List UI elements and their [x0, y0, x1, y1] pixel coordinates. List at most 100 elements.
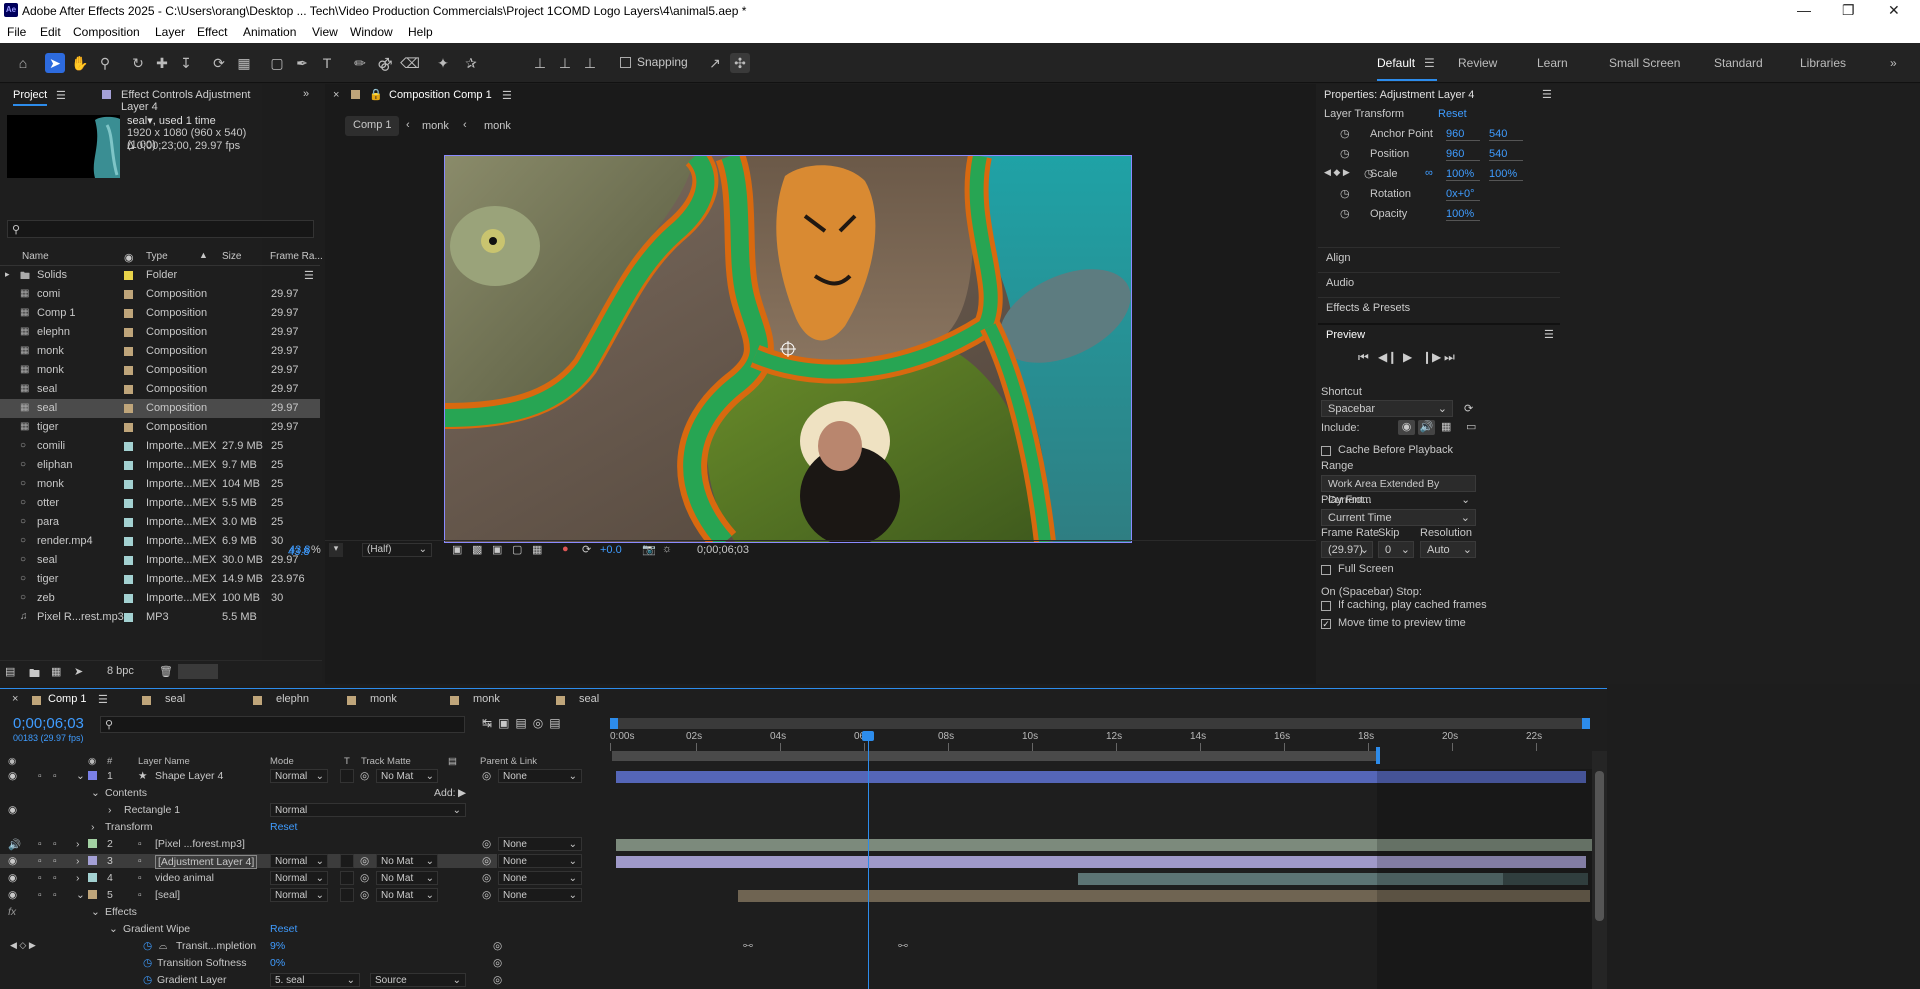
stopwatch-icon[interactable]: ◷	[1340, 187, 1350, 200]
next-frame-icon[interactable]: ❙▶	[1422, 350, 1441, 364]
pen-tool-icon[interactable]: ✒	[292, 53, 312, 73]
label-swatch[interactable]	[124, 537, 133, 546]
project-color-swatch[interactable]	[178, 664, 218, 679]
timeline-property-row[interactable]: › Rectangle 1 ◉ Normal ⌄	[0, 803, 497, 817]
label-swatch[interactable]	[124, 271, 133, 280]
restore-icon[interactable]: ❐	[1842, 2, 1855, 19]
solo-icon[interactable]: ▫	[38, 770, 42, 782]
preserve-transparency-toggle[interactable]	[340, 871, 354, 885]
snapping-checkbox[interactable]	[620, 57, 631, 68]
expand-icon[interactable]: ›	[76, 838, 80, 850]
timeline-property-row[interactable]: ◷ Gradient Layer 5. seal ⌄ Source ⌄ ◎	[0, 973, 502, 987]
add-content-icon[interactable]: ▶	[458, 787, 466, 799]
solo-icon[interactable]: ▫	[38, 889, 42, 901]
lock-icon[interactable]: ▫	[53, 889, 57, 901]
frame-blend-icon[interactable]: ▤	[515, 716, 532, 730]
work-area-end-handle[interactable]	[1582, 718, 1590, 729]
matte-pickwhip-icon[interactable]: ◎	[360, 770, 369, 782]
project-item[interactable]: ▦ tiger Composition 29.97	[0, 418, 320, 437]
menu-view[interactable]: View	[312, 25, 338, 39]
layer-color-swatch[interactable]	[88, 890, 97, 899]
parent-dropdown[interactable]: None ⌄	[498, 837, 582, 851]
col-type[interactable]: Type	[146, 251, 168, 262]
blend-mode-dropdown[interactable]: Normal ⌄	[270, 803, 466, 817]
work-area-range[interactable]	[612, 751, 1377, 761]
expression-pickwhip-icon[interactable]: ◎	[493, 940, 502, 952]
menu-edit[interactable]: Edit	[40, 25, 61, 39]
expand-icon[interactable]: ▸	[5, 269, 10, 280]
stopwatch-icon[interactable]: ◷	[143, 974, 152, 986]
label-swatch[interactable]	[124, 518, 133, 527]
new-comp-icon[interactable]: ▦	[51, 665, 61, 678]
mask-visibility-icon[interactable]: ▣	[492, 543, 502, 556]
label-swatch[interactable]	[124, 347, 133, 356]
parent-dropdown[interactable]: None ⌄	[498, 854, 582, 868]
zoom-dropdown-icon[interactable]: ▾	[329, 543, 343, 557]
roto-brush-icon[interactable]: ✦	[433, 53, 453, 73]
stopwatch-icon[interactable]: ◷	[1340, 207, 1350, 220]
workspace-learn[interactable]: Learn	[1537, 56, 1568, 70]
label-swatch[interactable]	[124, 442, 133, 451]
rectangle-tool-icon[interactable]: ▢	[267, 53, 287, 73]
mode-dropdown[interactable]: Normal ⌄	[270, 871, 328, 885]
mode-dropdown[interactable]: Normal ⌄	[270, 888, 328, 902]
eye-icon[interactable]: ◉	[8, 889, 17, 901]
layer-color-swatch[interactable]	[88, 856, 97, 865]
track-matte-dropdown[interactable]: No Mat ⌄	[376, 871, 438, 885]
lock-icon[interactable]: ▫	[53, 872, 57, 884]
keyframe-icon[interactable]: ⧟	[743, 940, 753, 951]
play-icon[interactable]: ▶	[1403, 350, 1412, 364]
timeline-property-row[interactable]: › Transform Reset	[0, 820, 497, 834]
prop-value-1[interactable]: 0x+0°	[1446, 188, 1480, 201]
render-queue-icon[interactable]: ➤	[74, 665, 83, 678]
timeline-property-row[interactable]: ◷ Transition Softness 0% ◎	[0, 956, 502, 970]
type-tool-icon[interactable]: T	[317, 53, 337, 73]
reset-link[interactable]: Reset	[270, 923, 297, 935]
timeline-property-row[interactable]: ◀ ◇ ▶ ◷ ⌓ Transit...mpletion 9% ◎	[0, 939, 502, 953]
expand-icon[interactable]: ⌄	[109, 923, 118, 935]
project-item[interactable]: ○ otter Importe...MEX 5.5 MB 25	[0, 494, 320, 513]
section-effects-presets[interactable]: Effects & Presets	[1318, 297, 1560, 317]
label-swatch[interactable]	[124, 423, 133, 432]
prop-value-1[interactable]: 960	[1446, 148, 1480, 161]
exposure-value[interactable]: +0.0	[600, 544, 622, 556]
matte-pickwhip-icon[interactable]: ◎	[360, 889, 369, 901]
play-from-dropdown[interactable]: Current Time ⌄	[1321, 509, 1476, 526]
menu-animation[interactable]: Animation	[243, 25, 296, 39]
flowchart-icon[interactable]: ☰	[304, 269, 314, 282]
workspace-libraries[interactable]: Libraries	[1800, 56, 1846, 70]
solo-icon[interactable]: ▫	[38, 855, 42, 867]
layer-name[interactable]: [Adjustment Layer 4]	[155, 855, 258, 869]
expression-pickwhip-icon[interactable]: ◎	[493, 974, 502, 986]
comp-marker-icon[interactable]: ↹	[482, 716, 498, 730]
lock-icon[interactable]: ▫	[53, 855, 57, 867]
zoom-value-label[interactable]: 43.8	[289, 544, 310, 556]
include-audio-icon[interactable]: 🔊	[1418, 420, 1435, 435]
panel-overflow-icon[interactable]: »	[303, 88, 309, 100]
playhead-line[interactable]	[868, 731, 869, 989]
color-channels-icon[interactable]: ●	[562, 543, 569, 555]
col-layer-name[interactable]: Layer Name	[138, 756, 190, 767]
mode-dropdown[interactable]: Normal ⌄	[270, 769, 328, 783]
parent-pickwhip-icon[interactable]: ◎	[482, 838, 491, 850]
lock-icon[interactable]: ▫	[53, 838, 57, 850]
if-caching-checkbox[interactable]	[1321, 601, 1331, 611]
project-search-input[interactable]: ⚲	[7, 220, 314, 238]
preview-menu-icon[interactable]: ☰	[1544, 328, 1554, 341]
expand-icon[interactable]: ⌄	[91, 787, 100, 799]
menu-window[interactable]: Window	[350, 25, 393, 39]
breadcrumb-monk-1[interactable]: monk	[422, 120, 449, 132]
parent-pickwhip-icon[interactable]: ◎	[482, 770, 491, 782]
expand-icon[interactable]: ⌄	[76, 770, 85, 782]
close-icon[interactable]: ✕	[1888, 2, 1900, 19]
layer-name[interactable]: Shape Layer 4	[155, 770, 223, 782]
playhead-handle[interactable]	[862, 731, 874, 741]
label-swatch[interactable]	[124, 366, 133, 375]
layer-color-swatch[interactable]	[88, 839, 97, 848]
project-item[interactable]: ▦ monk Composition 29.97	[0, 342, 320, 361]
project-item[interactable]: ○ comili Importe...MEX 27.9 MB 25	[0, 437, 320, 456]
project-item[interactable]: ▦ seal Composition 29.97	[0, 380, 320, 399]
gradient-layer-dropdown[interactable]: 5. seal ⌄	[270, 973, 360, 987]
prop-value-2[interactable]: 100%	[1489, 168, 1523, 181]
project-menu-icon[interactable]: ☰	[56, 89, 66, 102]
